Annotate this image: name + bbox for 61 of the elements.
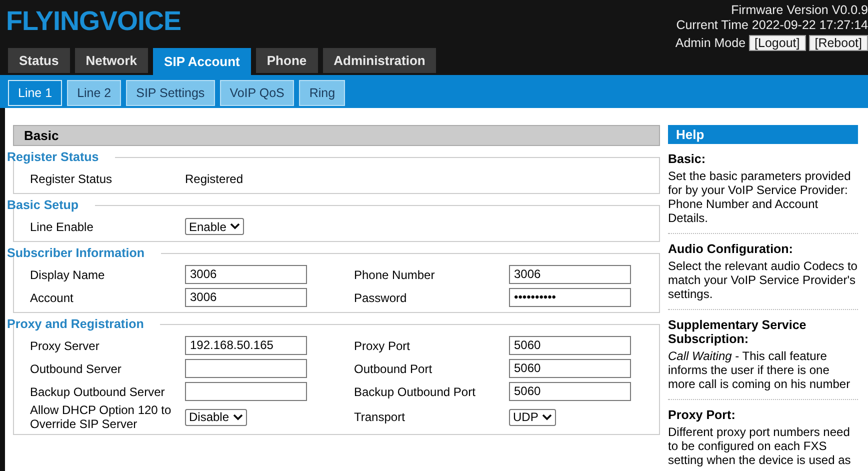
caret-icon [230, 223, 240, 230]
field-label: Line Enable [29, 220, 94, 234]
subtab[interactable]: Line 1 [8, 80, 62, 106]
panel-title: Basic [13, 125, 660, 146]
input-field[interactable]: 3006 [185, 288, 307, 307]
tab[interactable]: SIP Account [153, 48, 251, 75]
tab[interactable]: Network [74, 48, 148, 73]
help-heading: Supplementary Service Subscription: [668, 318, 808, 346]
subtab[interactable]: Line 2 [67, 80, 122, 106]
input-field[interactable]: 192.168.50.165 [185, 336, 307, 355]
input-field[interactable]: 3006 [509, 265, 631, 284]
field-label: Phone Number [354, 268, 436, 282]
current-time: Current Time 2022-09-22 17:27:14 [676, 18, 868, 33]
tab[interactable]: Status [8, 48, 70, 73]
help-text: Set the basic parameters provided for by your VoIP Service Provider: Phone Number and Account Details. [668, 169, 852, 225]
subtab[interactable]: SIP Settings [126, 80, 215, 106]
firmware-version: Firmware Version V0.0.9 [731, 3, 868, 18]
caret-icon [542, 414, 552, 420]
field-label: Allow DHCP Option 120 to Override SIP Server [29, 403, 172, 431]
tab[interactable]: Administration [322, 48, 436, 73]
input-field[interactable] [185, 359, 307, 378]
section-title: Basic Setup [6, 198, 80, 212]
field-label: Register Status [29, 172, 114, 186]
mode-label: Admin Mode [675, 36, 746, 50]
status-value: Registered [185, 172, 244, 186]
help-title: Help [668, 125, 858, 144]
field-label: Backup Outbound Port [354, 384, 476, 398]
help-text: Different proxy port numbers need to be configured on each FXS setting when the device is used as [668, 425, 852, 467]
caret-icon [233, 414, 244, 420]
dropdown[interactable]: Enable [185, 218, 244, 235]
help-heading: Basic: [668, 152, 707, 166]
section-title: Subscriber Information [6, 246, 146, 260]
input-field[interactable]: 5060 [509, 382, 631, 401]
subtab[interactable]: Ring [299, 80, 346, 106]
field-label: Password [354, 290, 408, 304]
field-label: Transport [354, 410, 406, 424]
help-heading: Audio Configuration: [668, 242, 794, 256]
field-label: Proxy Port [354, 338, 412, 352]
field-label: Outbound Port [354, 362, 434, 376]
section-title: Proxy and Registration [6, 317, 145, 331]
field-label: Proxy Server [29, 338, 100, 352]
input-field[interactable] [185, 382, 307, 401]
input-field[interactable]: 5060 [509, 359, 631, 378]
input-field[interactable]: 3006 [185, 265, 307, 284]
tab[interactable]: Phone [256, 48, 318, 73]
help-heading: Proxy Port: [668, 408, 736, 422]
section-title: Register Status [6, 150, 100, 164]
dropdown[interactable]: Disable [185, 408, 248, 426]
field-label: Outbound Server [29, 362, 122, 376]
field-label: Display Name [29, 268, 106, 282]
input-field[interactable]: •••••••••• [509, 288, 631, 307]
help-text: Select the relevant audio Codecs to match your VoIP Service Provider's settings. [668, 259, 858, 301]
field-label: Backup Outbound Server [29, 384, 166, 398]
field-label: Account [29, 290, 74, 304]
dropdown[interactable]: UDP [509, 408, 556, 426]
header-button[interactable]: [Logout] [748, 35, 806, 51]
help-text: Call Waiting - This call feature informs the user if there is one more call is coming on his number [668, 349, 852, 391]
input-field[interactable]: 5060 [509, 336, 631, 355]
subtab[interactable]: VoIP QoS [220, 80, 294, 106]
header-button[interactable]: [Reboot] [808, 35, 868, 51]
logo: FLYINGVOICE [6, 5, 182, 38]
